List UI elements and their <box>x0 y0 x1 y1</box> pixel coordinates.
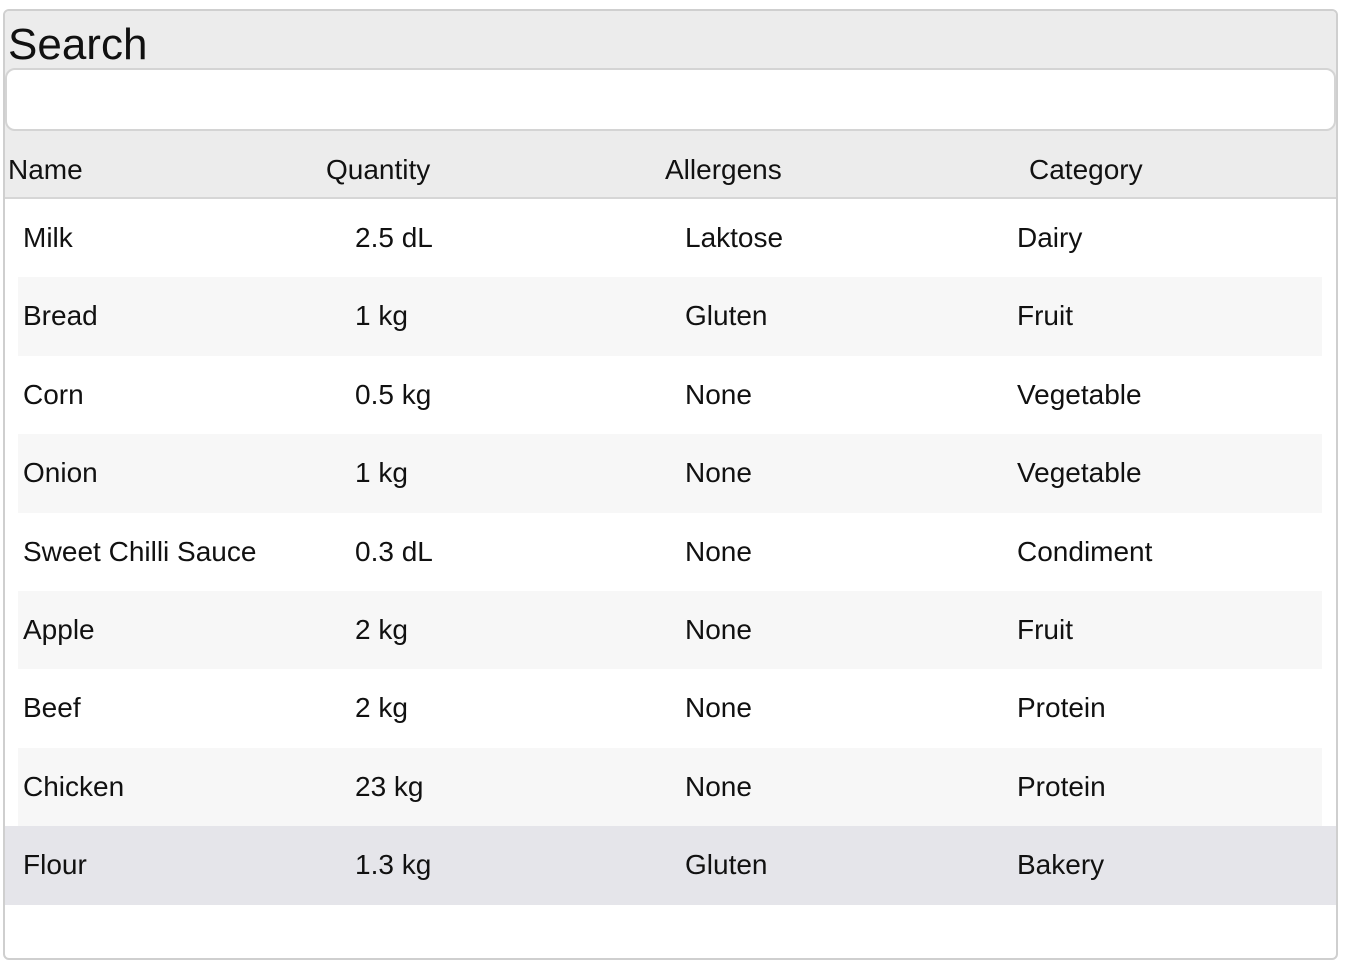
cell-name: Beef <box>23 692 81 724</box>
column-header-quantity[interactable]: Quantity <box>326 149 430 191</box>
cell-quantity: 23 kg <box>355 770 424 802</box>
cell-allergens: None <box>685 378 752 410</box>
cell-name: Chicken <box>23 770 125 802</box>
cell-category: Fruit <box>1017 300 1073 332</box>
table-row[interactable]: Onion 1 kg None Vegetable <box>5 434 1336 513</box>
cell-category: Vegetable <box>1017 378 1142 410</box>
cell-quantity: 1 kg <box>355 457 408 489</box>
cell-quantity: 0.5 kg <box>355 378 432 410</box>
cell-name: Sweet Chilli Sauce <box>23 535 257 567</box>
row-background <box>18 747 1322 827</box>
row-background <box>18 590 1322 670</box>
row-background <box>5 826 1336 905</box>
table-body: Milk 2.5 dL Laktose Dairy Bread 1 kg Gluten Fru… <box>5 199 1336 905</box>
cell-allergens: Gluten <box>685 849 768 881</box>
cell-name: Onion <box>23 457 98 489</box>
cell-category: Bakery <box>1017 849 1105 881</box>
search-input[interactable] <box>5 68 1336 131</box>
table-row[interactable]: Milk 2.5 dL Laktose Dairy <box>5 199 1336 277</box>
cell-category: Dairy <box>1017 222 1083 253</box>
cell-quantity: 0.3 dL <box>355 535 433 567</box>
cell-allergens: None <box>685 535 752 567</box>
table-row[interactable]: Beef 2 kg None Protein <box>5 669 1336 747</box>
table-row[interactable]: Corn 0.5 kg None Vegetable <box>5 356 1336 434</box>
cell-name: Flour <box>23 849 87 881</box>
column-header-category[interactable]: Category <box>1029 149 1143 191</box>
cell-allergens: None <box>685 770 752 802</box>
row-background <box>18 199 1322 277</box>
cell-allergens: Gluten <box>685 300 768 332</box>
cell-allergens: None <box>685 613 752 645</box>
search-header: Search Name Quantity Allergens Category <box>5 11 1336 197</box>
cell-allergens: Laktose <box>685 222 784 253</box>
cell-category: Fruit <box>1017 613 1073 645</box>
cell-quantity: 1.3 kg <box>355 849 432 881</box>
cell-allergens: None <box>685 692 752 724</box>
search-window: Search Name Quantity Allergens Category … <box>3 9 1338 960</box>
row-background <box>18 669 1322 747</box>
cell-name: Corn <box>23 378 84 410</box>
table-row[interactable]: Flour 1.3 kg Gluten Bakery <box>5 826 1336 905</box>
cell-quantity: 1 kg <box>355 300 408 332</box>
cell-name: Bread <box>23 300 98 332</box>
cell-quantity: 2 kg <box>355 613 408 645</box>
cell-category: Vegetable <box>1017 457 1142 489</box>
cell-allergens: None <box>685 457 752 489</box>
cell-quantity: 2 kg <box>355 692 408 724</box>
search-title: Search <box>8 20 148 69</box>
cell-name: Milk <box>23 222 73 253</box>
cell-quantity: 2.5 dL <box>355 222 433 253</box>
table-row[interactable]: Apple 2 kg None Fruit <box>5 590 1336 670</box>
cell-name: Apple <box>23 613 95 645</box>
cell-category: Protein <box>1017 692 1106 724</box>
cell-category: Condiment <box>1017 535 1153 567</box>
column-header-name[interactable]: Name <box>8 149 83 191</box>
row-background <box>18 277 1322 356</box>
table-row[interactable]: Chicken 23 kg None Protein <box>5 747 1336 827</box>
table-row[interactable]: Bread 1 kg Gluten Fruit <box>5 277 1336 356</box>
table-row[interactable]: Sweet Chilli Sauce 0.3 dL None Condiment <box>5 513 1336 591</box>
cell-category: Protein <box>1017 770 1106 802</box>
column-header-allergens[interactable]: Allergens <box>665 149 782 191</box>
